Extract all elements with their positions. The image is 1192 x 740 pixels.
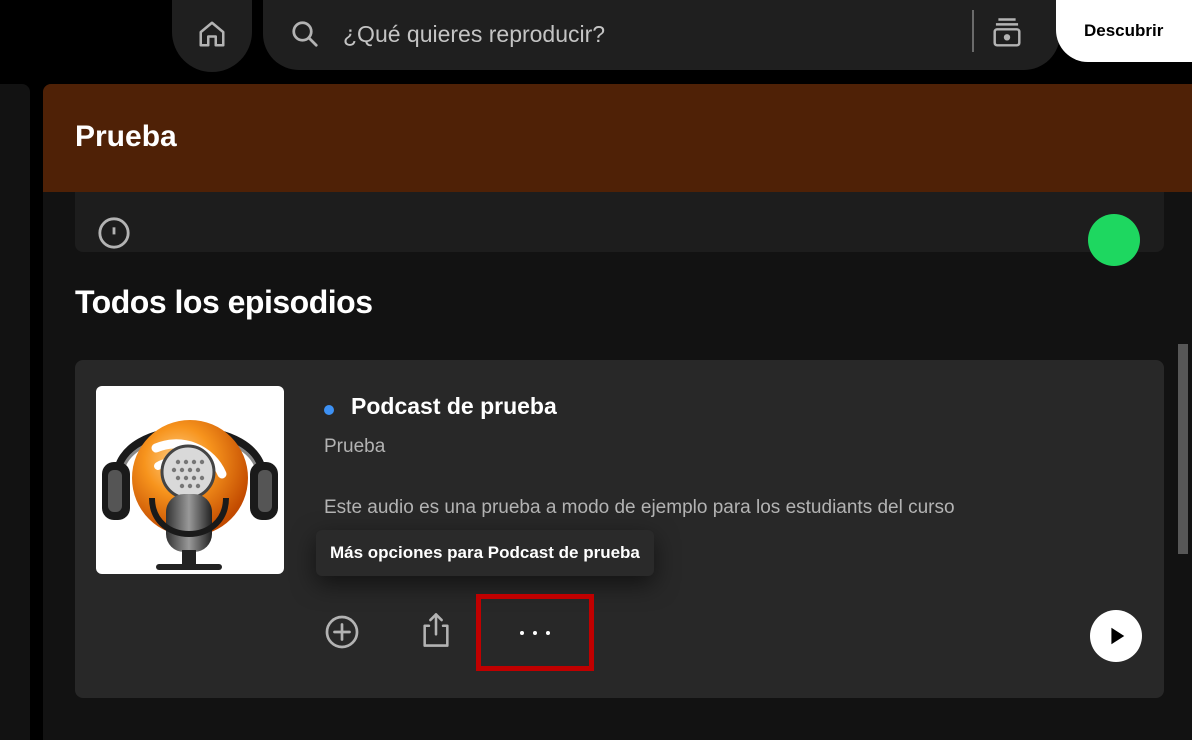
share-button[interactable] [417, 610, 455, 650]
home-button[interactable] [172, 0, 252, 72]
browse-icon[interactable] [985, 10, 1029, 56]
episode-cover-image [96, 386, 284, 574]
library-sidebar [0, 84, 30, 740]
section-title: Todos los episodios [75, 284, 373, 320]
more-options-button[interactable] [476, 594, 594, 671]
search-icon[interactable] [283, 12, 327, 56]
episode-title[interactable]: Podcast de prueba [351, 393, 557, 420]
search-input[interactable] [343, 16, 943, 52]
more-options-tooltip: Más opciones para Podcast de prueba [316, 530, 654, 576]
episode-description: Este audio es una prueba a modo de ejemp… [324, 497, 955, 518]
new-episode-indicator [324, 405, 334, 415]
sticky-header: Prueba [43, 84, 1192, 192]
podcast-microphone-icon [102, 420, 278, 570]
scrollbar-thumb[interactable] [1178, 344, 1188, 554]
discover-button[interactable]: Descubrir [1056, 0, 1192, 62]
add-to-library-button[interactable] [324, 614, 360, 650]
previous-play-button[interactable] [1088, 214, 1140, 266]
play-icon [1111, 627, 1125, 645]
top-bar: Descubrir [0, 0, 1192, 84]
info-icon[interactable] [97, 216, 131, 250]
home-icon [197, 19, 227, 54]
page-title: Prueba [75, 120, 177, 153]
add-circle-icon [325, 615, 359, 649]
search-box [263, 0, 1060, 70]
episode-show-name[interactable]: Prueba [324, 436, 385, 458]
share-icon [423, 613, 449, 647]
more-options-icon [520, 630, 550, 635]
search-divider [972, 10, 974, 52]
main-panel: Prueba Todos los episodios Podcast de pr… [43, 84, 1192, 740]
episode-play-button[interactable] [1090, 610, 1142, 662]
episode-card[interactable]: Podcast de prueba Prueba Este audio es u… [75, 360, 1164, 698]
